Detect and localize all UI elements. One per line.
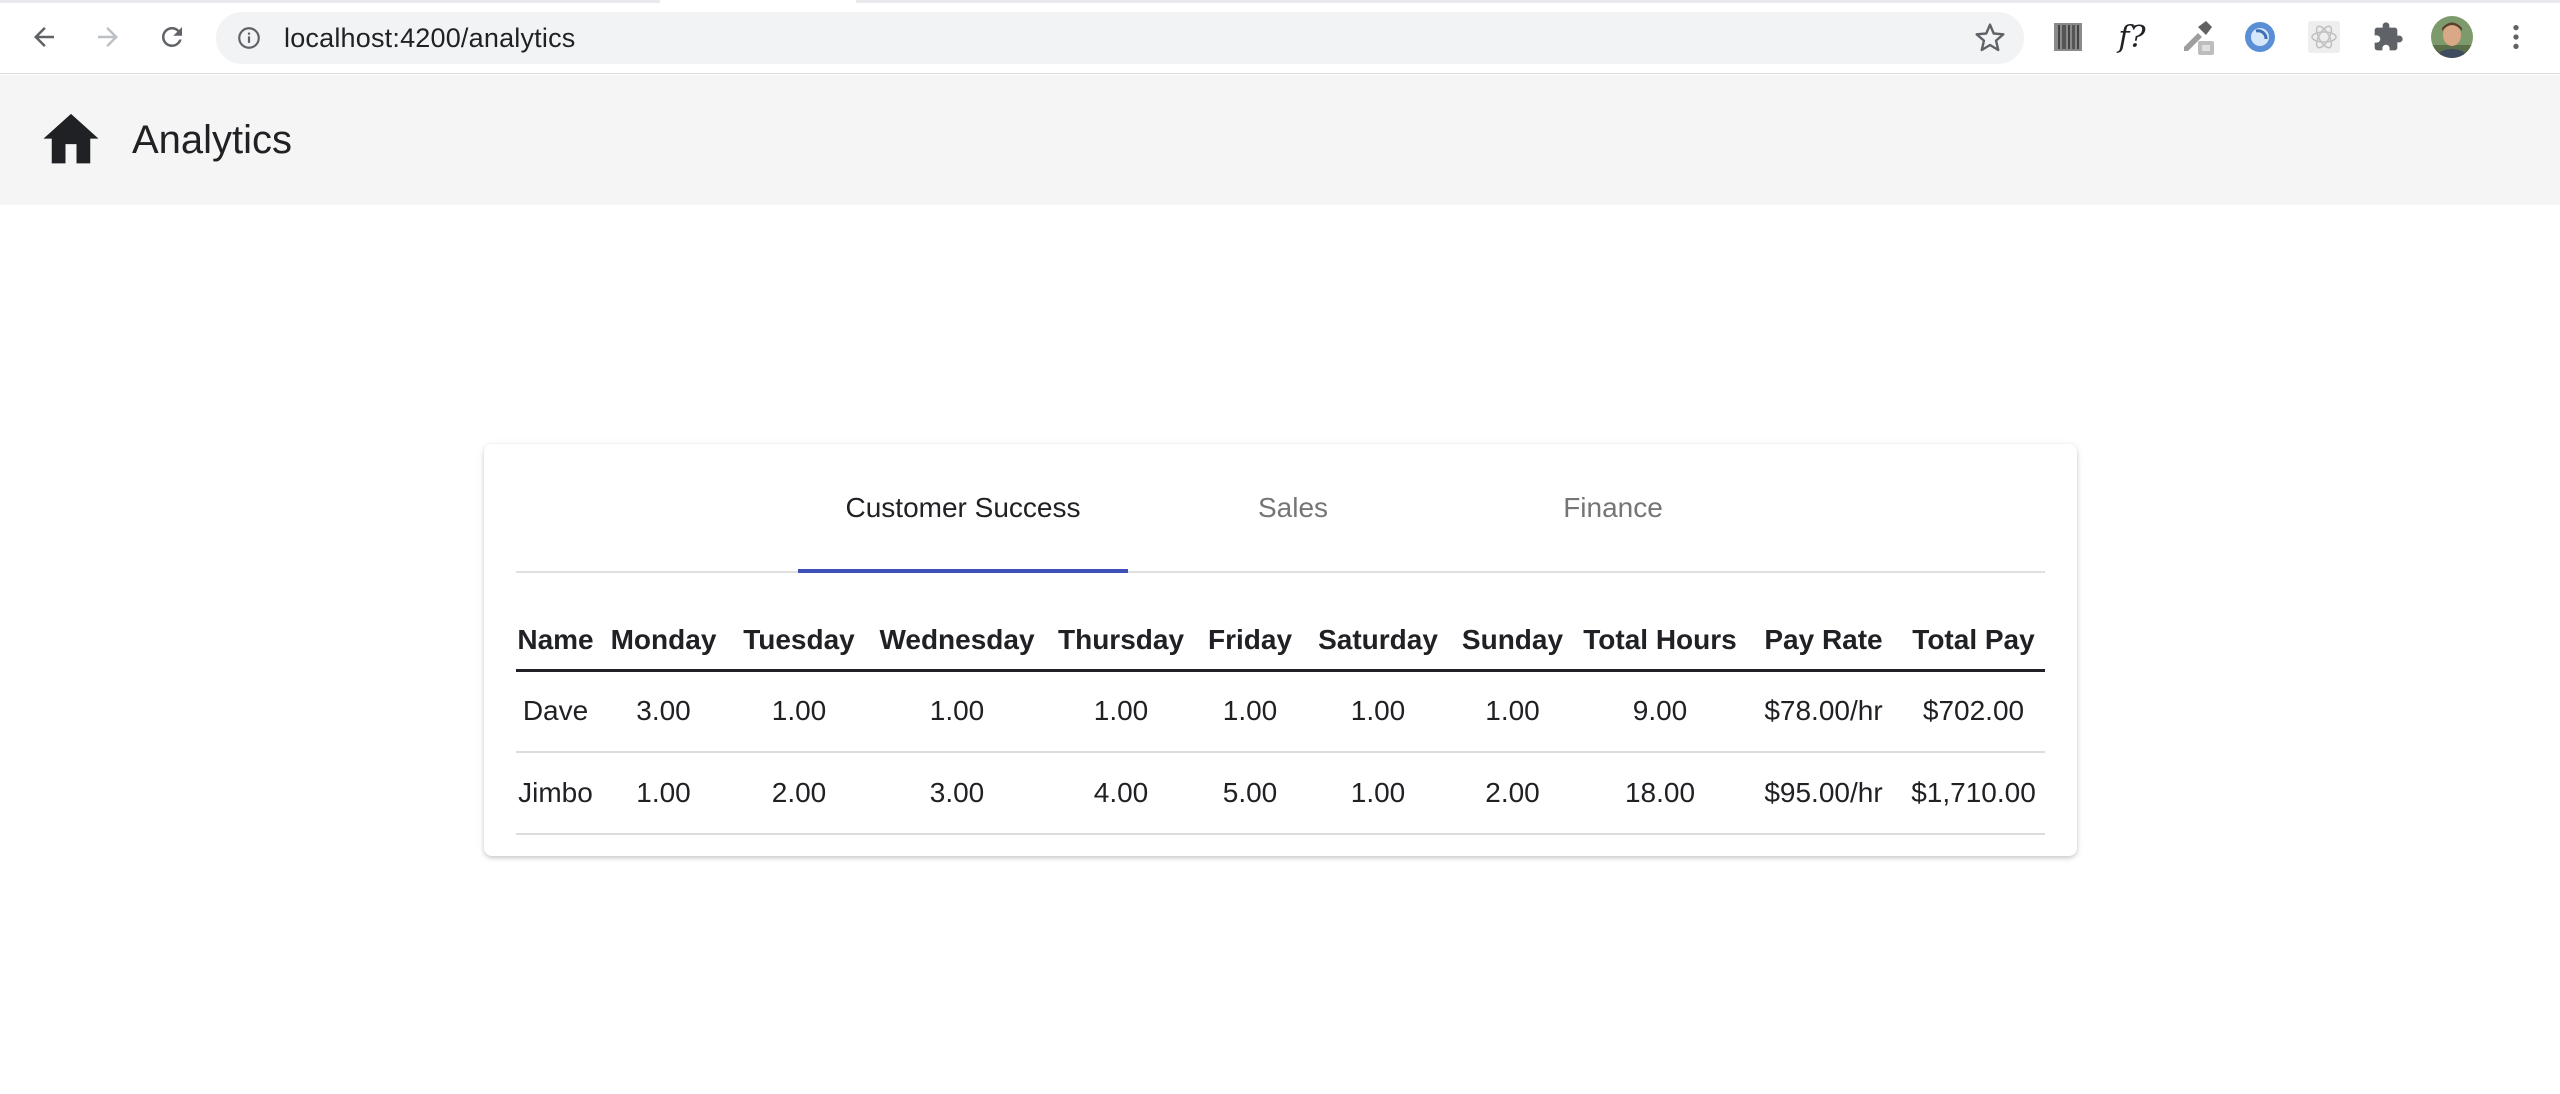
table-cell: 9.00 xyxy=(1575,670,1745,753)
column-header: Sunday xyxy=(1450,612,1575,672)
tab-label: Sales xyxy=(1257,491,1329,523)
analytics-card: Customer Success Sales Finance Name Mond… xyxy=(484,444,2077,856)
arrow-right-icon xyxy=(98,27,118,47)
tab-customer-success[interactable]: Customer Success xyxy=(798,444,1128,573)
column-header: Monday xyxy=(595,612,732,672)
page-title: Analytics xyxy=(132,118,293,162)
table-cell: 1.00 xyxy=(1450,670,1575,753)
table-cell: $95.00/hr xyxy=(1745,752,1902,835)
tab-strip-edge xyxy=(0,0,660,3)
table-cell: 1.00 xyxy=(595,752,732,835)
table-cell: Dave xyxy=(516,670,595,753)
table-row: Jimbo 1.00 2.00 3.00 4.00 5.00 1.00 2.00… xyxy=(516,752,2045,835)
table-row: Dave 3.00 1.00 1.00 1.00 1.00 1.00 1.00 … xyxy=(516,670,2045,753)
forward-button[interactable] xyxy=(84,13,132,61)
home-icon[interactable] xyxy=(38,111,104,169)
arrow-left-icon xyxy=(34,27,54,47)
table-cell: Jimbo xyxy=(516,752,595,835)
column-header: Wednesday xyxy=(866,612,1048,672)
url-text[interactable]: localhost:4200/analytics xyxy=(284,12,575,64)
column-header: Pay Rate xyxy=(1745,612,1902,672)
formula-extension-icon[interactable]: f? xyxy=(2110,15,2154,59)
schedule-table: Name Monday Tuesday Wednesday Thursday F… xyxy=(516,612,2045,835)
bookmark-star-icon[interactable] xyxy=(1974,22,2006,54)
blue-circle-extension-icon[interactable] xyxy=(2238,15,2282,59)
profile-avatar[interactable] xyxy=(2430,15,2474,59)
browser-toolbar: localhost:4200/analytics f? xyxy=(0,0,2560,74)
column-header: Friday xyxy=(1194,612,1306,672)
column-header: Thursday xyxy=(1048,612,1194,672)
tab-strip-edge xyxy=(856,0,2560,3)
info-icon[interactable] xyxy=(236,25,262,51)
table-cell: 1.00 xyxy=(1048,670,1194,753)
table-cell: 1.00 xyxy=(866,670,1048,753)
tab-label: Customer Success xyxy=(845,491,1081,523)
column-header: Total Pay xyxy=(1902,612,2045,672)
barcode-extension-icon[interactable] xyxy=(2046,15,2090,59)
table-cell: 1.00 xyxy=(1306,752,1450,835)
table-cell: $702.00 xyxy=(1902,670,2045,753)
tab-header: Customer Success Sales Finance xyxy=(516,444,2045,573)
tab-label: Finance xyxy=(1563,491,1663,523)
react-devtools-icon[interactable] xyxy=(2302,15,2346,59)
back-button[interactable] xyxy=(20,13,68,61)
table-cell: 4.00 xyxy=(1048,752,1194,835)
column-header: Total Hours xyxy=(1575,612,1745,672)
eyedropper-extension-icon[interactable] xyxy=(2174,15,2218,59)
table-cell: 1.00 xyxy=(1306,670,1450,753)
kebab-menu-icon[interactable] xyxy=(2494,15,2538,59)
table-header-row: Name Monday Tuesday Wednesday Thursday F… xyxy=(516,612,2045,672)
column-header: Saturday xyxy=(1306,612,1450,672)
table-cell: 3.00 xyxy=(866,752,1048,835)
table-cell: 18.00 xyxy=(1575,752,1745,835)
reload-button[interactable] xyxy=(148,13,196,61)
table-cell: 2.00 xyxy=(732,752,866,835)
table-cell: $1,710.00 xyxy=(1902,752,2045,835)
table-cell: $78.00/hr xyxy=(1745,670,1902,753)
table-cell: 2.00 xyxy=(1450,752,1575,835)
column-header: Tuesday xyxy=(732,612,866,672)
tab-sales[interactable]: Sales xyxy=(1128,444,1458,571)
column-header: Name xyxy=(516,612,595,672)
table-cell: 5.00 xyxy=(1194,752,1306,835)
tab-finance[interactable]: Finance xyxy=(1448,444,1778,571)
reload-icon xyxy=(161,26,182,47)
puzzle-icon[interactable] xyxy=(2366,15,2410,59)
address-bar[interactable]: localhost:4200/analytics xyxy=(216,12,2024,64)
app-toolbar: Analytics xyxy=(0,75,2560,205)
table-cell: 3.00 xyxy=(595,670,732,753)
table-cell: 1.00 xyxy=(732,670,866,753)
table-cell: 1.00 xyxy=(1194,670,1306,753)
